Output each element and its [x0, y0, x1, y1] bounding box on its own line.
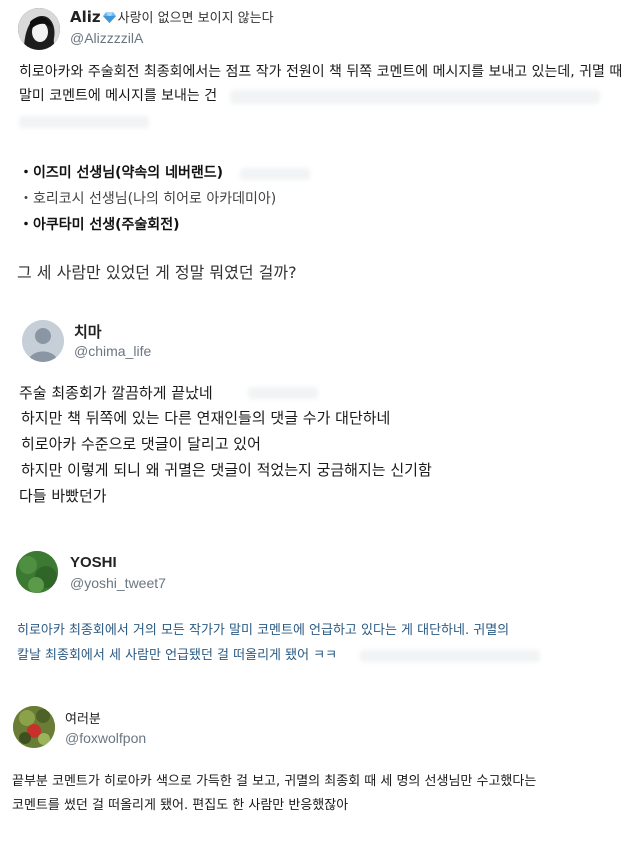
- tweet-line: 주술 최종회가 깔끔하게 끝났네: [19, 384, 213, 402]
- author-name[interactable]: 치마: [74, 321, 102, 342]
- avatar[interactable]: [16, 551, 58, 593]
- avatar[interactable]: [18, 8, 60, 50]
- tweet-line: 말미 코멘트에 메시지를 보내는 건: [19, 88, 218, 104]
- avatar[interactable]: [22, 320, 64, 362]
- tweet-line: 코멘트를 썼던 걸 떠올리게 됐어. 편집도 한 사람만 반응했잖아: [12, 798, 349, 813]
- author-name[interactable]: Aliz 사랑이 없으면 보이지 않는다: [70, 7, 274, 26]
- tweet-line: 칼날 최종회에서 세 사람만 언급됐던 걸 떠올리게 됐어 ㅋㅋ: [17, 648, 338, 663]
- tweet-line: 하지만 이렇게 되니 왜 귀멸은 댓글이 적었는지 궁금해지는 신기함: [21, 461, 432, 479]
- tweet-line: 히로아카와 주술회전 최종회에서는 점프 작가 전원이 책 뒤쪽 코멘트에 메시…: [19, 64, 623, 80]
- bullet-list: ・이즈미 선생님(약속의 네버랜드) ・호리코시 선생님(나의 히어로 아카데미…: [19, 160, 276, 238]
- author-status: 사랑이 없으면 보이지 않는다: [117, 11, 274, 26]
- blurred-text: [240, 168, 310, 180]
- diamond-icon: [102, 12, 116, 23]
- list-item: ・호리코시 선생님(나의 히어로 아카데미아): [19, 191, 277, 207]
- closing-line: 그 세 사람만 있었던 게 정말 뭐였던 걸까?: [17, 263, 297, 282]
- author-name-text: Aliz: [70, 8, 101, 26]
- author-name[interactable]: 여러분: [65, 708, 101, 727]
- list-item: ・이즈미 선생님(약속의 네버랜드): [19, 165, 223, 181]
- post-chima: 치마 @chima_life 주술 최종회가 깔끔하게 끝났네 하지만 책 뒤쪽…: [0, 312, 631, 512]
- author-handle[interactable]: @foxwolfpon: [65, 730, 146, 746]
- tweet-line: 히로아카 수준으로 댓글이 달리고 있어: [21, 435, 261, 453]
- tweet-line: 다들 바빴던가: [19, 487, 107, 505]
- blurred-text: [248, 387, 318, 399]
- author-name[interactable]: YOSHI: [70, 554, 117, 571]
- blurred-text: [19, 116, 149, 128]
- tweet-line: 끝부분 코멘트가 히로아카 색으로 가득한 걸 보고, 귀멸의 최종회 때 세 …: [12, 774, 537, 789]
- author-handle[interactable]: @chima_life: [74, 343, 151, 359]
- avatar[interactable]: [13, 706, 55, 748]
- post-yoshi: YOSHI @yoshi_tweet7 히로아카 최종회에서 거의 모든 작가가…: [0, 548, 631, 678]
- blurred-text: [360, 650, 540, 662]
- tweet-line: 히로아카 최종회에서 거의 모든 작가가 말미 코멘트에 언급하고 있다는 게 …: [17, 623, 510, 638]
- author-handle[interactable]: @AlizzzzilA: [70, 30, 143, 46]
- post-foxwolfpon: 여러분 @foxwolfpon 끝부분 코멘트가 히로아카 색으로 가득한 걸 …: [0, 702, 631, 852]
- blurred-text: [230, 90, 600, 104]
- post-aliz: Aliz 사랑이 없으면 보이지 않는다 @AlizzzzilA 히로아카와 주술…: [0, 0, 631, 240]
- author-handle[interactable]: @yoshi_tweet7: [70, 575, 166, 591]
- list-item: ・아쿠타미 선생(주술회전): [19, 217, 180, 233]
- tweet-line: 하지만 책 뒤쪽에 있는 다른 연재인들의 댓글 수가 대단하네: [21, 409, 391, 427]
